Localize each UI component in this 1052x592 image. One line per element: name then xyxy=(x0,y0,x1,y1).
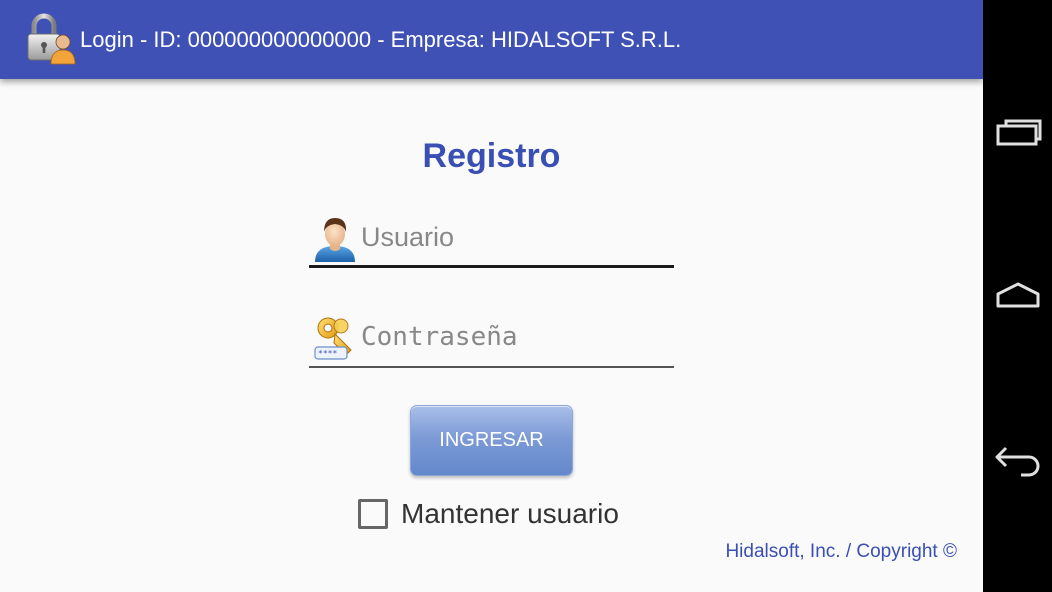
remember-user-label[interactable]: Mantener usuario xyxy=(401,498,619,530)
app-screen: Login - ID: 000000000000000 - Empresa: H… xyxy=(0,0,983,592)
home-icon[interactable] xyxy=(992,272,1044,316)
recent-apps-icon[interactable] xyxy=(992,110,1044,154)
user-avatar-icon xyxy=(315,218,355,262)
actionbar-title: Login - ID: 000000000000000 - Empresa: H… xyxy=(80,27,682,52)
lock-user-icon xyxy=(27,13,76,65)
username-field[interactable] xyxy=(309,208,674,268)
svg-text:****: **** xyxy=(318,349,337,358)
page-title: Registro xyxy=(422,137,561,175)
keys-password-icon: **** xyxy=(314,317,352,360)
back-icon[interactable] xyxy=(992,436,1044,480)
password-field[interactable]: **** xyxy=(309,308,674,368)
remember-user-row[interactable]: Mantener usuario xyxy=(358,496,619,532)
action-bar: Login - ID: 000000000000000 - Empresa: H… xyxy=(0,0,983,79)
username-underline xyxy=(309,265,674,268)
password-underline xyxy=(309,366,674,368)
username-input[interactable] xyxy=(361,214,671,260)
password-input[interactable] xyxy=(361,314,671,360)
remember-user-checkbox[interactable] xyxy=(358,499,388,529)
login-button[interactable]: INGRESAR xyxy=(410,405,573,476)
system-navigation-bar xyxy=(983,0,1052,592)
copyright-text: Hidalsoft, Inc. / Copyright © xyxy=(725,541,957,562)
